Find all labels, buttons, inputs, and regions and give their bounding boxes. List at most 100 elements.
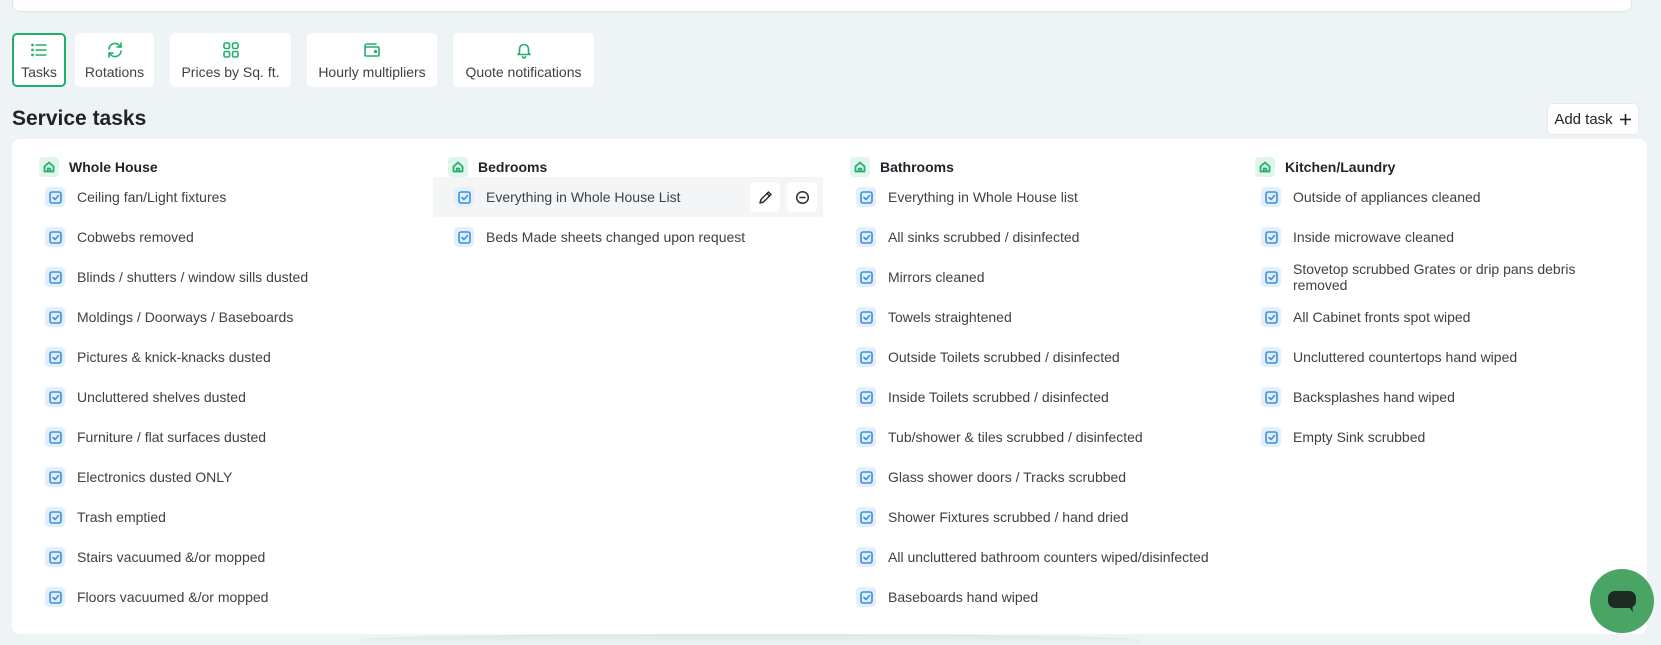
task-item[interactable]: Furniture / flat surfaces dusted xyxy=(24,417,414,457)
tab-hourly-multipliers[interactable]: Hourly multipliers xyxy=(307,33,437,87)
check-square-icon xyxy=(45,387,65,407)
task-item[interactable]: Stovetop scrubbed Grates or drip pans de… xyxy=(1240,257,1630,297)
task-item[interactable]: Outside Toilets scrubbed / disinfected xyxy=(835,337,1225,377)
check-square-icon xyxy=(856,187,876,207)
check-square-icon xyxy=(45,467,65,487)
task-list: Ceiling fan/Light fixtures Cobwebs remov… xyxy=(24,177,414,617)
tab-rotations[interactable]: Rotations xyxy=(75,33,154,87)
check-square-icon xyxy=(856,547,876,567)
task-item[interactable]: Shower Fixtures scrubbed / hand dried xyxy=(835,497,1225,537)
task-label: Everything in Whole House List xyxy=(486,189,681,205)
check-square-icon xyxy=(1261,307,1281,327)
task-label: Furniture / flat surfaces dusted xyxy=(77,429,267,445)
tab-prices-by-sqft[interactable]: Prices by Sq. ft. xyxy=(170,33,291,87)
check-square-icon xyxy=(1261,387,1281,407)
tab-label: Quote notifications xyxy=(465,63,582,80)
task-item[interactable]: Empty Sink scrubbed xyxy=(1240,417,1630,457)
task-item[interactable]: Inside Toilets scrubbed / disinfected xyxy=(835,377,1225,417)
add-task-button[interactable]: Add task xyxy=(1547,103,1639,135)
task-list: Outside of appliances cleaned Inside mic… xyxy=(1240,177,1630,457)
remove-task-button[interactable] xyxy=(787,182,817,212)
chat-launcher-button[interactable] xyxy=(1590,569,1654,633)
check-square-icon xyxy=(856,347,876,367)
task-item[interactable]: Towels straightened xyxy=(835,297,1225,337)
task-item[interactable]: Beds Made sheets changed upon request xyxy=(433,217,823,257)
wallet-icon xyxy=(364,42,380,57)
task-item[interactable]: Cobwebs removed xyxy=(24,217,414,257)
bell-icon xyxy=(516,43,531,59)
chat-icon xyxy=(1608,591,1636,612)
task-item[interactable]: Floors vacuumed &/or mopped xyxy=(24,577,414,617)
task-label: Inside microwave cleaned xyxy=(1293,229,1455,245)
task-label: Inside Toilets scrubbed / disinfected xyxy=(888,389,1109,405)
task-column-bathrooms: Bathrooms Everything in Whole House list… xyxy=(835,157,1225,617)
task-item[interactable]: Inside microwave cleaned xyxy=(1240,217,1630,257)
task-label: All sinks scrubbed / disinfected xyxy=(888,229,1080,245)
check-square-icon xyxy=(1261,187,1281,207)
check-square-icon xyxy=(454,187,474,207)
column-title: Bathrooms xyxy=(880,159,954,175)
tab-label: Hourly multipliers xyxy=(318,63,426,80)
task-item[interactable]: Uncluttered countertops hand wiped xyxy=(1240,337,1630,377)
task-item[interactable]: Everything in Whole House list xyxy=(835,177,1225,217)
check-square-icon xyxy=(1261,427,1281,447)
refresh-icon xyxy=(107,41,122,58)
task-label: Moldings / Doorways / Baseboards xyxy=(77,309,294,325)
home-icon xyxy=(850,157,870,177)
task-item[interactable]: Baseboards hand wiped xyxy=(835,577,1225,617)
task-label: Shower Fixtures scrubbed / hand dried xyxy=(888,509,1129,525)
task-item[interactable]: Moldings / Doorways / Baseboards xyxy=(24,297,414,337)
column-header: Whole House xyxy=(39,157,414,177)
check-square-icon xyxy=(45,227,65,247)
check-square-icon xyxy=(856,227,876,247)
plus-icon xyxy=(1619,113,1631,125)
check-square-icon xyxy=(45,267,65,287)
task-label: Stairs vacuumed &/or mopped xyxy=(77,549,266,565)
task-column-whole-house: Whole House Ceiling fan/Light fixtures C… xyxy=(24,157,414,617)
task-label: Beds Made sheets changed upon request xyxy=(486,229,746,245)
task-item[interactable]: Backsplashes hand wiped xyxy=(1240,377,1630,417)
task-item[interactable]: Glass shower doors / Tracks scrubbed xyxy=(835,457,1225,497)
pencil-icon xyxy=(758,190,772,204)
check-square-icon xyxy=(454,227,474,247)
task-item[interactable]: Trash emptied xyxy=(24,497,414,537)
task-item[interactable]: Electronics dusted ONLY xyxy=(24,457,414,497)
task-item[interactable]: Ceiling fan/Light fixtures xyxy=(24,177,414,217)
task-item[interactable]: Mirrors cleaned xyxy=(835,257,1225,297)
tab-tasks[interactable]: Tasks xyxy=(12,33,66,87)
check-square-icon xyxy=(45,547,65,567)
task-label: Trash emptied xyxy=(77,509,166,525)
check-square-icon xyxy=(1261,347,1281,367)
task-item[interactable]: All Cabinet fronts spot wiped xyxy=(1240,297,1630,337)
check-square-icon xyxy=(856,587,876,607)
task-item[interactable]: Outside of appliances cleaned xyxy=(1240,177,1630,217)
column-title: Bedrooms xyxy=(478,159,548,175)
column-title: Whole House xyxy=(69,159,158,175)
task-item[interactable]: Uncluttered shelves dusted xyxy=(24,377,414,417)
tab-label: Prices by Sq. ft. xyxy=(181,63,280,80)
search-bar-edge xyxy=(12,0,1632,12)
column-header: Bedrooms xyxy=(448,157,823,177)
task-item[interactable]: Tub/shower & tiles scrubbed / disinfecte… xyxy=(835,417,1225,457)
task-label: Ceiling fan/Light fixtures xyxy=(77,189,227,205)
edit-task-button[interactable] xyxy=(750,182,780,212)
task-column-bedrooms: Bedrooms Everything in Whole House List … xyxy=(433,157,823,257)
task-item[interactable]: All sinks scrubbed / disinfected xyxy=(835,217,1225,257)
task-item[interactable]: All uncluttered bathroom counters wiped/… xyxy=(835,537,1225,577)
task-label: Towels straightened xyxy=(888,309,1012,325)
tab-quote-notifications[interactable]: Quote notifications xyxy=(453,33,594,87)
task-label: All uncluttered bathroom counters wiped/… xyxy=(888,549,1209,565)
column-title: Kitchen/Laundry xyxy=(1285,159,1396,175)
page-title: Service tasks xyxy=(12,107,147,130)
row-actions xyxy=(750,182,817,212)
task-item[interactable]: Blinds / shutters / window sills dusted xyxy=(24,257,414,297)
task-item[interactable]: Stairs vacuumed &/or mopped xyxy=(24,537,414,577)
grid-icon xyxy=(222,41,239,58)
task-column-kitchen-laundry: Kitchen/Laundry Outside of appliances cl… xyxy=(1240,157,1630,457)
task-item[interactable]: Pictures & knick-knacks dusted xyxy=(24,337,414,377)
task-label: All Cabinet fronts spot wiped xyxy=(1293,309,1471,325)
task-label: Uncluttered countertops hand wiped xyxy=(1293,349,1518,365)
check-square-icon xyxy=(45,347,65,367)
task-item[interactable]: Everything in Whole House List xyxy=(433,177,823,217)
task-label: Pictures & knick-knacks dusted xyxy=(77,349,271,365)
